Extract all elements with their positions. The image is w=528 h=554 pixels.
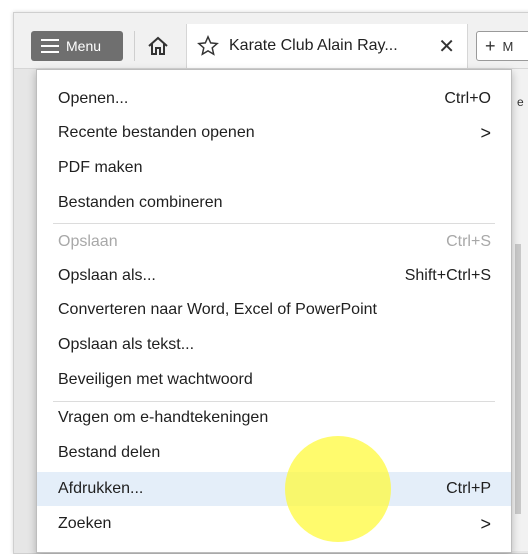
menu-item-zoeken[interactable]: Zoeken > xyxy=(37,507,511,541)
menu-item-bestanden-combineren[interactable]: Bestanden combineren xyxy=(37,186,511,220)
menu-item-bestand-delen[interactable]: Bestand delen xyxy=(37,436,511,470)
hamburger-icon xyxy=(41,39,59,53)
menu-button[interactable]: Menu xyxy=(31,31,123,61)
menu-item-label: Afdrukken... xyxy=(58,480,144,497)
file-menu-dropdown: Openen... Ctrl+O Recente bestanden opene… xyxy=(36,69,512,553)
menu-item-label: Vragen om e-handtekeningen xyxy=(58,409,269,426)
menu-item-label: Converteren naar Word, Excel of PowerPoi… xyxy=(58,301,377,318)
menu-item-opslaan-als-tekst[interactable]: Opslaan als tekst... xyxy=(37,328,511,362)
menu-item-label: Bestand delen xyxy=(58,444,161,461)
new-tab-button[interactable]: + M xyxy=(476,31,528,61)
chevron-right-icon: > xyxy=(480,122,491,143)
menu-item-label: Bestanden combineren xyxy=(58,194,223,211)
menu-item-afdrukken[interactable]: Afdrukken... Ctrl+P xyxy=(37,472,511,506)
menu-item-label: Openen... xyxy=(58,90,129,107)
tab-title: Karate Club Alain Ray... xyxy=(229,37,398,54)
menu-divider xyxy=(53,223,495,224)
menu-item-shortcut: Ctrl+P xyxy=(446,480,491,497)
menu-item-label: Opslaan xyxy=(58,233,118,250)
chevron-right-icon: > xyxy=(480,513,491,534)
scrollbar[interactable] xyxy=(515,244,521,514)
menu-item-label: PDF maken xyxy=(58,159,143,176)
menu-item-label: Opslaan als... xyxy=(58,267,156,284)
plus-icon: + xyxy=(485,35,496,56)
document-tab[interactable]: Karate Club Alain Ray... ✕ xyxy=(186,24,468,68)
menu-item-recente-bestanden[interactable]: Recente bestanden openen > xyxy=(37,116,511,150)
cursor-highlight xyxy=(285,436,391,542)
menu-item-shortcut: Ctrl+S xyxy=(446,233,491,250)
new-tab-label: M xyxy=(502,38,514,54)
star-icon[interactable] xyxy=(197,35,219,57)
home-button[interactable] xyxy=(134,31,181,61)
home-icon xyxy=(148,36,168,55)
menu-item-label: Recente bestanden openen xyxy=(58,124,255,141)
menu-item-pdf-maken[interactable]: PDF maken xyxy=(37,151,511,185)
menu-item-opslaan: Opslaan Ctrl+S xyxy=(37,225,511,259)
menu-item-beveiligen[interactable]: Beveiligen met wachtwoord xyxy=(37,363,511,397)
background-document-edge: e xyxy=(511,69,528,551)
menu-item-converteren[interactable]: Converteren naar Word, Excel of PowerPoi… xyxy=(37,293,511,327)
menu-item-shortcut: Shift+Ctrl+S xyxy=(404,267,491,284)
menu-item-opslaan-als[interactable]: Opslaan als... Shift+Ctrl+S xyxy=(37,259,511,293)
menu-item-label: Opslaan als tekst... xyxy=(58,336,195,353)
menu-item-label: Zoeken xyxy=(58,515,112,532)
menu-item-e-handtekeningen[interactable]: Vragen om e-handtekeningen xyxy=(37,401,511,435)
menu-button-label: Menu xyxy=(66,38,102,54)
menu-item-openen[interactable]: Openen... Ctrl+O xyxy=(37,82,511,116)
menu-item-shortcut: Ctrl+O xyxy=(444,90,491,107)
background-text-peek: e xyxy=(517,95,524,109)
menu-item-label: Beveiligen met wachtwoord xyxy=(58,371,253,388)
close-tab-icon[interactable]: ✕ xyxy=(438,34,455,59)
